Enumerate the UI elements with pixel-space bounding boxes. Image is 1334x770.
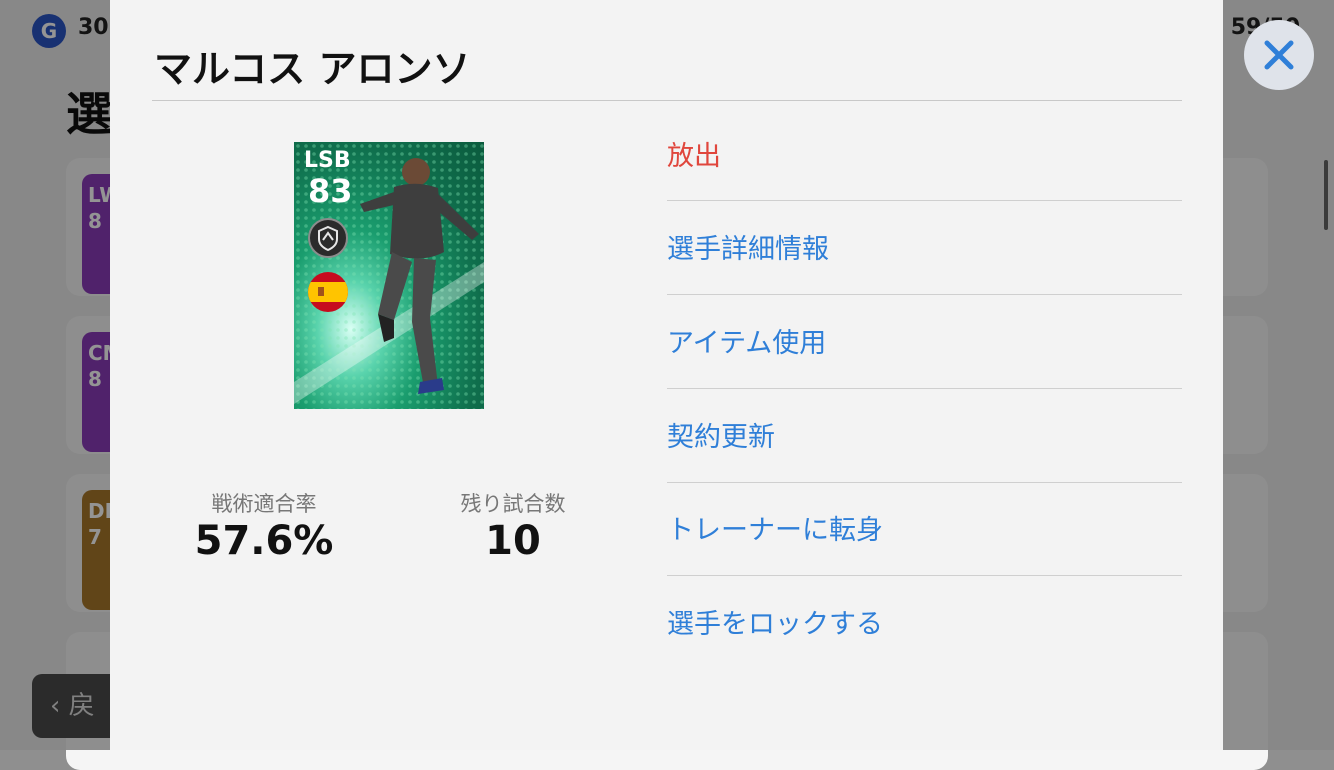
close-icon <box>1264 40 1294 70</box>
player-name: マルコス アロンソ <box>154 47 471 91</box>
tactical-fit-label: 戦術適合率 <box>211 492 317 516</box>
divider <box>667 575 1182 576</box>
player-action-dialog: マルコス アロンソ LSB 83 戦術適合率 57.6% 残り試合数 10 放出… <box>110 0 1223 750</box>
remaining-matches-label: 残り試合数 <box>460 492 566 516</box>
card-rating: 83 <box>308 172 353 210</box>
convert-to-trainer-button[interactable]: トレーナーに転身 <box>667 517 1182 611</box>
player-details-button[interactable]: 選手詳細情報 <box>667 236 1182 330</box>
divider <box>667 388 1182 389</box>
tactical-fit-value: 57.6% <box>194 518 334 564</box>
lock-player-button[interactable]: 選手をロックする <box>667 611 1182 705</box>
remaining-matches-value: 10 <box>485 518 541 564</box>
card-position: LSB <box>304 148 351 173</box>
use-item-button[interactable]: アイテム使用 <box>667 330 1182 424</box>
close-button[interactable] <box>1244 20 1314 90</box>
release-player-button[interactable]: 放出 <box>667 143 1182 237</box>
renew-contract-button[interactable]: 契約更新 <box>667 424 1182 518</box>
player-card: LSB 83 <box>294 142 484 409</box>
playstyle-badge-icon <box>308 218 348 258</box>
spain-flag-icon <box>308 272 348 312</box>
divider <box>667 200 1182 201</box>
divider <box>152 100 1182 101</box>
divider <box>667 482 1182 483</box>
divider <box>667 294 1182 295</box>
